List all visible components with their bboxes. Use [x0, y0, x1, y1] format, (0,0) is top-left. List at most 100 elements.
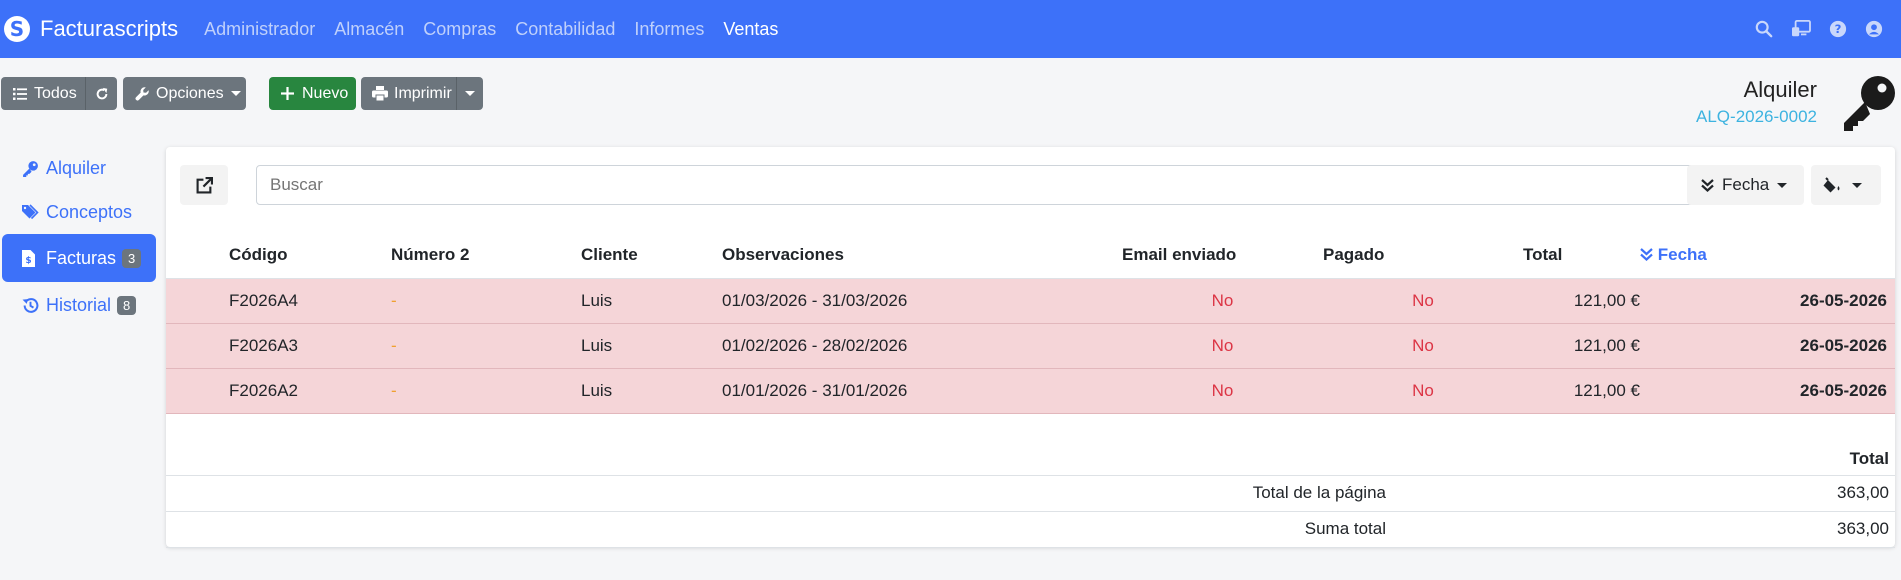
user-icon[interactable]	[1865, 20, 1883, 38]
invoices-panel: Fecha Código Número 2 Cliente Observacio…	[166, 147, 1895, 548]
cell-date: 26-05-2026	[1640, 278, 1895, 324]
cell-number2: -	[391, 368, 581, 414]
menu-item-administrador[interactable]: Administrador	[204, 19, 315, 40]
column-header-date[interactable]: Fecha	[1640, 232, 1895, 279]
sidebar-item-conceptos[interactable]: Conceptos	[2, 188, 156, 236]
refresh-button[interactable]	[86, 87, 117, 101]
cell-number2: -	[391, 278, 581, 324]
paint-bucket-icon	[1823, 177, 1840, 193]
totals-row: Total de la página 363,00	[166, 475, 1895, 512]
main-menu: Administrador Almacén Compras Contabilid…	[204, 19, 797, 40]
page-total-value: 363,00	[1386, 475, 1895, 512]
chevron-down-icon	[1777, 182, 1788, 188]
menu-item-contabilidad[interactable]: Contabilidad	[515, 19, 615, 40]
print-button[interactable]: Imprimir	[361, 85, 456, 103]
svg-text:$: $	[25, 256, 31, 266]
sort-desc-icon	[1640, 247, 1653, 261]
file-invoice-icon: $	[22, 249, 40, 267]
column-header-observations[interactable]: Observaciones	[722, 232, 1122, 279]
cell-client: Luis	[581, 368, 722, 414]
search-icon[interactable]	[1755, 20, 1773, 38]
cell-total: 121,00 €	[1523, 368, 1640, 414]
sidebar-item-label: Historial	[46, 294, 112, 315]
key-icon	[22, 160, 40, 177]
cell-observations: 01/01/2026 - 31/01/2026	[722, 368, 1122, 414]
cell-email-sent: No	[1122, 278, 1323, 324]
printer-icon	[372, 86, 388, 101]
menu-item-almacen[interactable]: Almacén	[334, 19, 404, 40]
print-group: Imprimir	[361, 77, 483, 110]
cell-observations: 01/02/2026 - 28/02/2026	[722, 323, 1122, 369]
sidebar-item-label: Conceptos	[46, 201, 133, 222]
record-code[interactable]: ALQ-2026-0002	[1696, 107, 1817, 127]
totals-header-row: Total	[166, 437, 1895, 476]
cell-total: 121,00 €	[1523, 323, 1640, 369]
new-button-label: Nuevo	[302, 84, 349, 102]
cell-observations: 01/03/2026 - 31/03/2026	[722, 278, 1122, 324]
cell-code[interactable]: F2026A3	[229, 323, 391, 369]
cell-email-sent: No	[1122, 368, 1323, 414]
cell-paid: No	[1323, 278, 1523, 324]
sidebar-item-facturas[interactable]: $ Facturas 3	[2, 234, 156, 282]
sidebar-item-label: Facturas	[46, 247, 117, 268]
grand-total-label: Suma total	[166, 511, 1386, 548]
cell-date: 26-05-2026	[1640, 323, 1895, 369]
order-by-label: Fecha	[1722, 175, 1770, 194]
brand-name: Facturascripts	[40, 16, 179, 41]
help-icon[interactable]: ?	[1829, 20, 1847, 38]
key-icon	[1841, 74, 1897, 137]
table-row[interactable]: F2026A2 - Luis 01/01/2026 - 31/01/2026 N…	[166, 368, 1895, 414]
print-button-label: Imprimir	[394, 84, 452, 102]
page-title: Alquiler	[1743, 77, 1817, 102]
menu-item-compras[interactable]: Compras	[423, 19, 496, 40]
all-button[interactable]: Todos	[1, 85, 85, 103]
top-navbar: S Facturascripts Administrador Almacén C…	[0, 0, 1901, 58]
list-all-group: Todos	[1, 77, 117, 110]
print-dropdown-toggle[interactable]	[457, 91, 483, 96]
table-row[interactable]: F2026A3 - Luis 01/02/2026 - 28/02/2026 N…	[166, 323, 1895, 369]
all-button-label: Todos	[34, 84, 77, 102]
table-header-row: Código Número 2 Cliente Observaciones Em…	[166, 232, 1895, 279]
color-filter-dropdown[interactable]	[1811, 165, 1881, 205]
cell-code[interactable]: F2026A2	[229, 368, 391, 414]
search-input[interactable]	[256, 165, 1705, 205]
menu-item-ventas[interactable]: Ventas	[723, 19, 778, 40]
cell-client: Luis	[581, 278, 722, 324]
cell-email-sent: No	[1122, 323, 1323, 369]
list-icon	[13, 87, 27, 100]
chevron-down-icon	[230, 91, 241, 96]
double-chevron-down-icon	[1701, 178, 1714, 192]
menu-item-informes[interactable]: Informes	[634, 19, 704, 40]
column-header-email-sent[interactable]: Email enviado	[1122, 232, 1323, 279]
chevron-down-icon	[465, 91, 475, 96]
tags-icon	[22, 204, 40, 220]
screen-icon[interactable]	[1791, 20, 1811, 38]
cell-total: 121,00 €	[1523, 278, 1640, 324]
totals-table: Total Total de la página 363,00 Suma tot…	[166, 437, 1895, 548]
refresh-icon	[96, 87, 107, 99]
invoices-table: Código Número 2 Cliente Observaciones Em…	[166, 232, 1895, 414]
cell-number2: -	[391, 323, 581, 369]
record-header: Alquiler ALQ-2026-0002	[1696, 77, 1817, 127]
cell-code[interactable]: F2026A4	[229, 278, 391, 324]
sidebar-item-alquiler[interactable]: Alquiler	[2, 144, 156, 192]
cell-paid: No	[1323, 323, 1523, 369]
brand[interactable]: S Facturascripts	[4, 16, 178, 42]
column-header-paid[interactable]: Pagado	[1323, 232, 1523, 279]
column-header-client[interactable]: Cliente	[581, 232, 722, 279]
column-header-number2[interactable]: Número 2	[391, 232, 581, 279]
column-header-code[interactable]: Código	[229, 232, 391, 279]
open-external-button[interactable]	[180, 165, 228, 205]
totals-header: Total	[1386, 437, 1895, 476]
sidebar-item-historial[interactable]: Historial 8	[2, 281, 156, 329]
new-button[interactable]: Nuevo	[269, 77, 356, 110]
options-button[interactable]: Opciones	[123, 77, 246, 110]
table-row[interactable]: F2026A4 - Luis 01/03/2026 - 31/03/2026 N…	[166, 278, 1895, 324]
svg-text:?: ?	[1835, 22, 1842, 36]
order-by-dropdown[interactable]: Fecha	[1687, 165, 1804, 205]
cell-client: Luis	[581, 323, 722, 369]
page-total-label: Total de la página	[166, 475, 1386, 512]
count-badge: 3	[122, 248, 142, 268]
plus-icon	[281, 87, 294, 100]
column-header-total[interactable]: Total	[1523, 232, 1640, 279]
